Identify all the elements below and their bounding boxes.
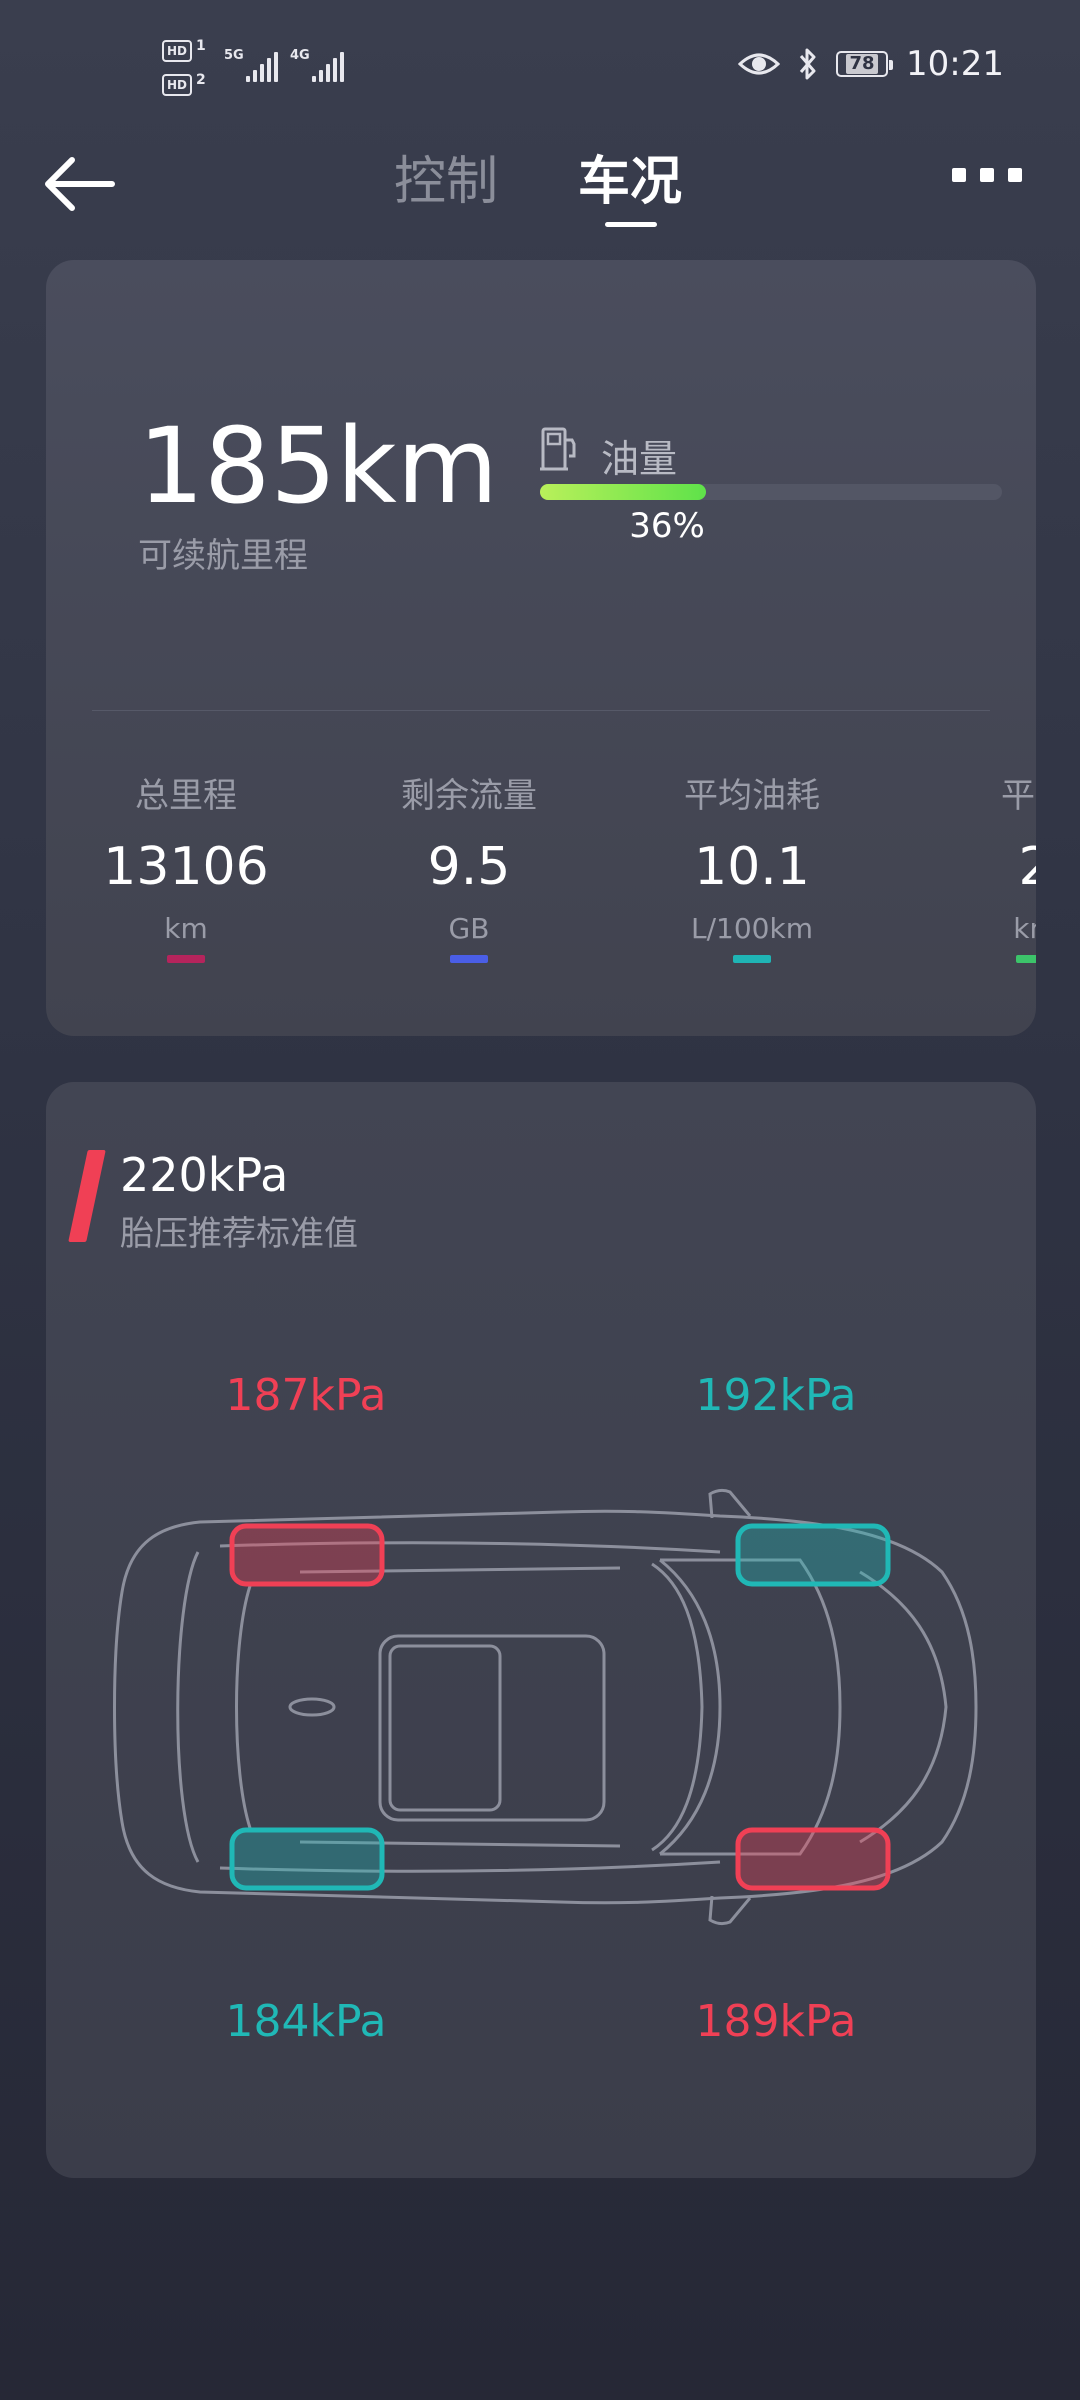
tire-pressure-rear-left: 184kPa bbox=[225, 1996, 387, 2047]
battery-icon: 78 bbox=[836, 51, 894, 77]
stat-color-bar bbox=[167, 955, 205, 963]
stat-value: 10.1 bbox=[694, 837, 810, 897]
network-type-label: 4G bbox=[290, 48, 310, 63]
accent-slash bbox=[68, 1150, 106, 1242]
stat-label: 平均油耗 bbox=[684, 776, 820, 816]
stat-value: 2 bbox=[1018, 837, 1036, 897]
tire-pressure-front-right: 192kPa bbox=[695, 1370, 857, 1421]
fuel-level-bar bbox=[540, 484, 1002, 500]
hd-badge: HD bbox=[162, 40, 192, 62]
more-icon bbox=[952, 168, 966, 182]
active-tab-indicator bbox=[605, 222, 657, 227]
range-value: 185km bbox=[138, 405, 499, 527]
status-bar: HD 1 HD 2 5G 4G 78 10:21 bbox=[0, 0, 1080, 140]
tire-pressure-front-left: 187kPa bbox=[225, 1370, 387, 1421]
car-top-view-illustration bbox=[113, 1488, 978, 1926]
stat-unit: L/100km bbox=[691, 912, 813, 945]
standard-pressure-label: 胎压推荐标准值 bbox=[120, 1214, 358, 1254]
tab-vehicle-status[interactable]: 车况 bbox=[578, 142, 682, 222]
range-label: 可续航里程 bbox=[138, 536, 308, 576]
stat-value: 13106 bbox=[103, 837, 269, 897]
tire-rear-left bbox=[229, 1827, 385, 1891]
sim-number: 2 bbox=[196, 72, 206, 88]
network-type-label: 5G bbox=[224, 48, 244, 63]
vehicle-overview-card: 185km 可续航里程 油量 36% 总里程 13106 km 剩余流量 9.5… bbox=[46, 260, 1036, 1036]
stat-color-bar bbox=[733, 955, 771, 963]
tire-pressure-card: 220kPa 胎压推荐标准值 187kPa 192kPa 184kPa 189k… bbox=[46, 1082, 1036, 2178]
back-arrow-icon bbox=[45, 157, 115, 211]
tire-front-right bbox=[735, 1523, 891, 1587]
stat-total-mileage[interactable]: 总里程 13106 km bbox=[66, 768, 306, 963]
tire-front-left bbox=[229, 1523, 385, 1587]
fuel-label: 油量 bbox=[601, 437, 678, 481]
back-button[interactable] bbox=[42, 152, 122, 222]
sim-number: 1 bbox=[196, 38, 206, 54]
stat-unit: km bbox=[1013, 912, 1036, 945]
tab-control[interactable]: 控制 bbox=[394, 142, 498, 222]
stat-value: 9.5 bbox=[427, 837, 511, 897]
stat-label: 总里程 bbox=[135, 776, 237, 816]
status-icons: 78 10:21 bbox=[738, 44, 1004, 84]
battery-level: 78 bbox=[846, 54, 878, 74]
hd-badge: HD bbox=[162, 74, 192, 96]
stat-remaining-data[interactable]: 剩余流量 9.5 GB bbox=[349, 768, 589, 963]
stat-label: 剩余流量 bbox=[401, 776, 537, 816]
more-button[interactable] bbox=[952, 160, 1028, 190]
fuel-percent: 36% bbox=[629, 506, 705, 546]
signal-strength-icon bbox=[312, 52, 344, 82]
standard-pressure-value: 220kPa bbox=[120, 1148, 289, 1202]
divider bbox=[92, 710, 990, 711]
stat-avg-partial[interactable]: 平均 2 km bbox=[915, 768, 1036, 963]
signal-strength-icon bbox=[246, 52, 278, 82]
tire-pressure-rear-right: 189kPa bbox=[695, 1996, 857, 2047]
stat-color-bar bbox=[450, 955, 488, 963]
stat-unit: GB bbox=[448, 912, 490, 945]
stat-color-bar bbox=[1016, 955, 1036, 963]
eye-comfort-icon bbox=[738, 53, 781, 75]
stat-avg-fuel-consumption[interactable]: 平均油耗 10.1 L/100km bbox=[632, 768, 872, 963]
clock: 10:21 bbox=[906, 44, 1004, 84]
more-icon-dot bbox=[980, 168, 994, 182]
tire-rear-right bbox=[735, 1827, 891, 1891]
stat-label: 平均 bbox=[1001, 776, 1036, 816]
bluetooth-icon bbox=[799, 48, 816, 80]
fuel-pump-icon bbox=[540, 427, 576, 471]
fuel-level-fill bbox=[540, 484, 707, 500]
more-icon-dot bbox=[1008, 168, 1022, 182]
stat-unit: km bbox=[164, 912, 208, 945]
